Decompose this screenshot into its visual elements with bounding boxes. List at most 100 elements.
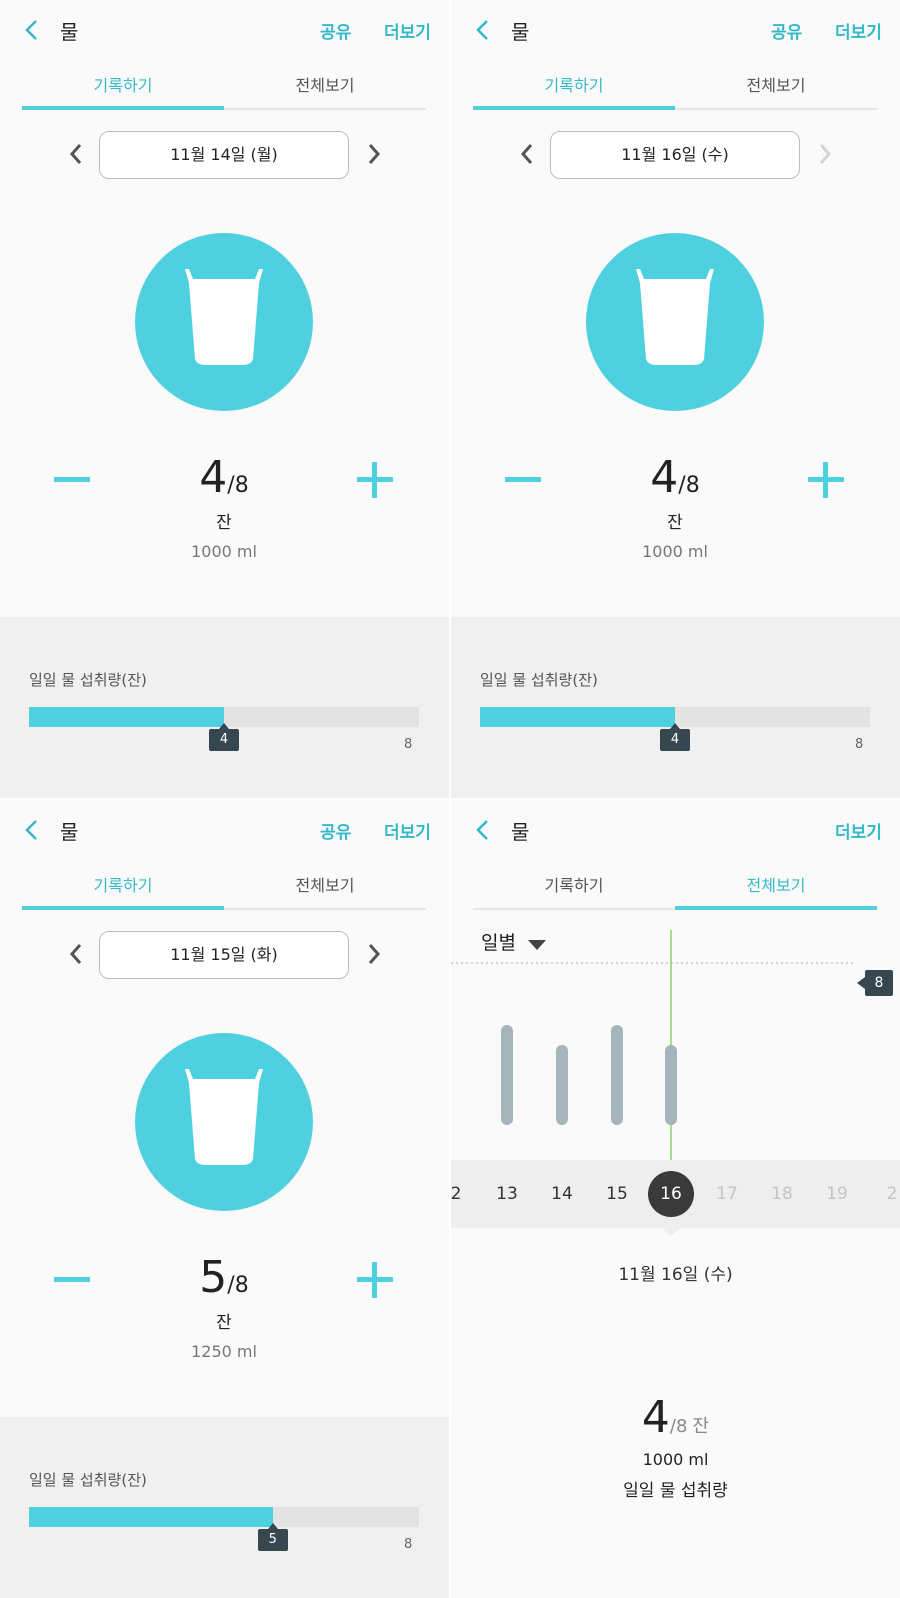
progress-badge: 5	[257, 1523, 288, 1551]
app-bar: 물 공유 더보기	[0, 800, 449, 860]
tab-record[interactable]: 기록하기	[473, 872, 675, 896]
day-scroller[interactable]: 2 13 14 15 16 17 18 19 2	[451, 1160, 900, 1228]
goal-badge: 8	[857, 970, 893, 996]
minus-icon[interactable]	[47, 1255, 97, 1305]
bar-day-15	[611, 1025, 623, 1125]
share-button[interactable]: 공유	[320, 818, 351, 843]
plus-icon[interactable]	[801, 455, 851, 505]
panel-record-nov16: 물 공유 더보기 기록하기 전체보기 11월 16일 (수) 4/8 잔 100…	[451, 0, 900, 798]
back-arrow-icon[interactable]	[20, 16, 44, 44]
intake-progress-fill	[29, 1507, 273, 1527]
tab-overview[interactable]: 전체보기	[675, 72, 877, 96]
day-item[interactable]: 19	[817, 1184, 857, 1204]
volume-ml: 1000 ml	[642, 1450, 709, 1469]
cup-count: 5/8	[124, 1252, 324, 1303]
more-button[interactable]: 더보기	[384, 818, 431, 843]
page-title: 물	[511, 820, 530, 844]
intake-progress-fill	[480, 707, 675, 727]
cup-icon	[636, 269, 714, 365]
day-item[interactable]: 2	[872, 1184, 900, 1204]
back-arrow-icon[interactable]	[471, 16, 495, 44]
date-selector: 11월 16일 (수)	[451, 130, 900, 180]
tab-bar: 기록하기 전체보기	[22, 66, 426, 110]
day-item-selected[interactable]: 16	[651, 1184, 691, 1204]
progress-badge: 4	[660, 723, 690, 751]
chevron-right-icon[interactable]	[360, 939, 388, 969]
daily-intake-section: 일일 물 섭취량(잔) 5 8	[0, 1417, 449, 1598]
tab-record[interactable]: 기록하기	[22, 872, 224, 896]
chevron-right-icon[interactable]	[360, 139, 388, 169]
day-item[interactable]: 2	[451, 1184, 476, 1204]
daily-intake-section: 일일 물 섭취량(잔) 4 8	[451, 617, 900, 798]
plus-icon[interactable]	[350, 1255, 400, 1305]
water-intake-chart	[451, 930, 856, 1160]
count-value: 4	[641, 1392, 670, 1443]
chevron-left-icon[interactable]	[62, 139, 90, 169]
daily-intake-label: 일일 물 섭취량(잔)	[29, 1471, 147, 1489]
more-button[interactable]: 더보기	[835, 818, 882, 843]
count-goal: /8	[678, 473, 700, 498]
count-goal: /8	[227, 473, 249, 498]
intake-progress-bar	[29, 1507, 419, 1527]
minus-icon[interactable]	[47, 455, 97, 505]
app-bar: 물 공유 더보기	[451, 0, 900, 60]
chevron-left-icon[interactable]	[62, 939, 90, 969]
day-item[interactable]: 18	[762, 1184, 802, 1204]
tab-record[interactable]: 기록하기	[22, 72, 224, 96]
tab-bar: 기록하기 전체보기	[22, 866, 426, 910]
volume-ml: 1000 ml	[642, 542, 708, 561]
progress-badge: 4	[209, 723, 239, 751]
more-button[interactable]: 더보기	[835, 18, 882, 43]
tab-indicator	[22, 106, 224, 110]
tab-indicator	[473, 106, 675, 110]
progress-max: 8	[855, 737, 864, 752]
tab-indicator	[675, 906, 877, 910]
tab-overview[interactable]: 전체보기	[224, 72, 426, 96]
cup-icon	[185, 1069, 263, 1165]
cup-unit: 잔	[667, 513, 683, 533]
progress-max: 8	[404, 737, 413, 752]
daily-intake-label: 일일 물 섭취량(잔)	[29, 671, 147, 689]
tab-overview[interactable]: 전체보기	[675, 872, 877, 896]
count-value: 4	[650, 452, 679, 503]
day-item[interactable]: 13	[487, 1184, 527, 1204]
chevron-left-icon[interactable]	[513, 139, 541, 169]
count-goal: /8	[227, 1273, 249, 1298]
date-display[interactable]: 11월 14일 (월)	[99, 131, 349, 179]
cup-unit: 잔	[216, 513, 232, 533]
plus-icon[interactable]	[350, 455, 400, 505]
back-arrow-icon[interactable]	[471, 816, 495, 844]
date-display[interactable]: 11월 16일 (수)	[550, 131, 800, 179]
water-cup-button[interactable]	[135, 1033, 313, 1211]
tab-record[interactable]: 기록하기	[473, 72, 675, 96]
day-item[interactable]: 15	[597, 1184, 637, 1204]
water-cup-button[interactable]	[586, 233, 764, 411]
share-button[interactable]: 공유	[320, 18, 351, 43]
selected-date: 11월 16일 (수)	[618, 1265, 733, 1285]
cup-count: 4/8	[124, 452, 324, 503]
day-item[interactable]: 17	[707, 1184, 747, 1204]
bar-day-16	[665, 1045, 677, 1125]
water-cup-button[interactable]	[135, 233, 313, 411]
tab-bar: 기록하기 전체보기	[473, 66, 877, 110]
date-selector: 11월 14일 (월)	[0, 130, 449, 180]
cup-icon	[185, 269, 263, 365]
daily-intake-section: 일일 물 섭취량(잔) 4 8	[0, 617, 449, 798]
selected-count: 4/8 잔	[451, 1392, 900, 1443]
more-button[interactable]: 더보기	[384, 18, 431, 43]
day-item[interactable]: 14	[542, 1184, 582, 1204]
tab-overview[interactable]: 전체보기	[224, 872, 426, 896]
count-value: 4	[199, 452, 228, 503]
count-unit: 잔	[692, 1416, 710, 1437]
minus-icon[interactable]	[498, 455, 548, 505]
share-button[interactable]: 공유	[771, 18, 802, 43]
date-display[interactable]: 11월 15일 (화)	[99, 931, 349, 979]
panel-overview: 물 더보기 기록하기 전체보기 일별 8 2 13 14 15 16 17 18…	[451, 800, 900, 1598]
tab-bar: 기록하기 전체보기	[473, 866, 877, 910]
intake-progress-fill	[29, 707, 224, 727]
count-goal: /8	[669, 1416, 688, 1437]
back-arrow-icon[interactable]	[20, 816, 44, 844]
volume-ml: 1000 ml	[191, 542, 257, 561]
bar-day-14	[556, 1045, 568, 1125]
progress-max: 8	[404, 1537, 413, 1552]
